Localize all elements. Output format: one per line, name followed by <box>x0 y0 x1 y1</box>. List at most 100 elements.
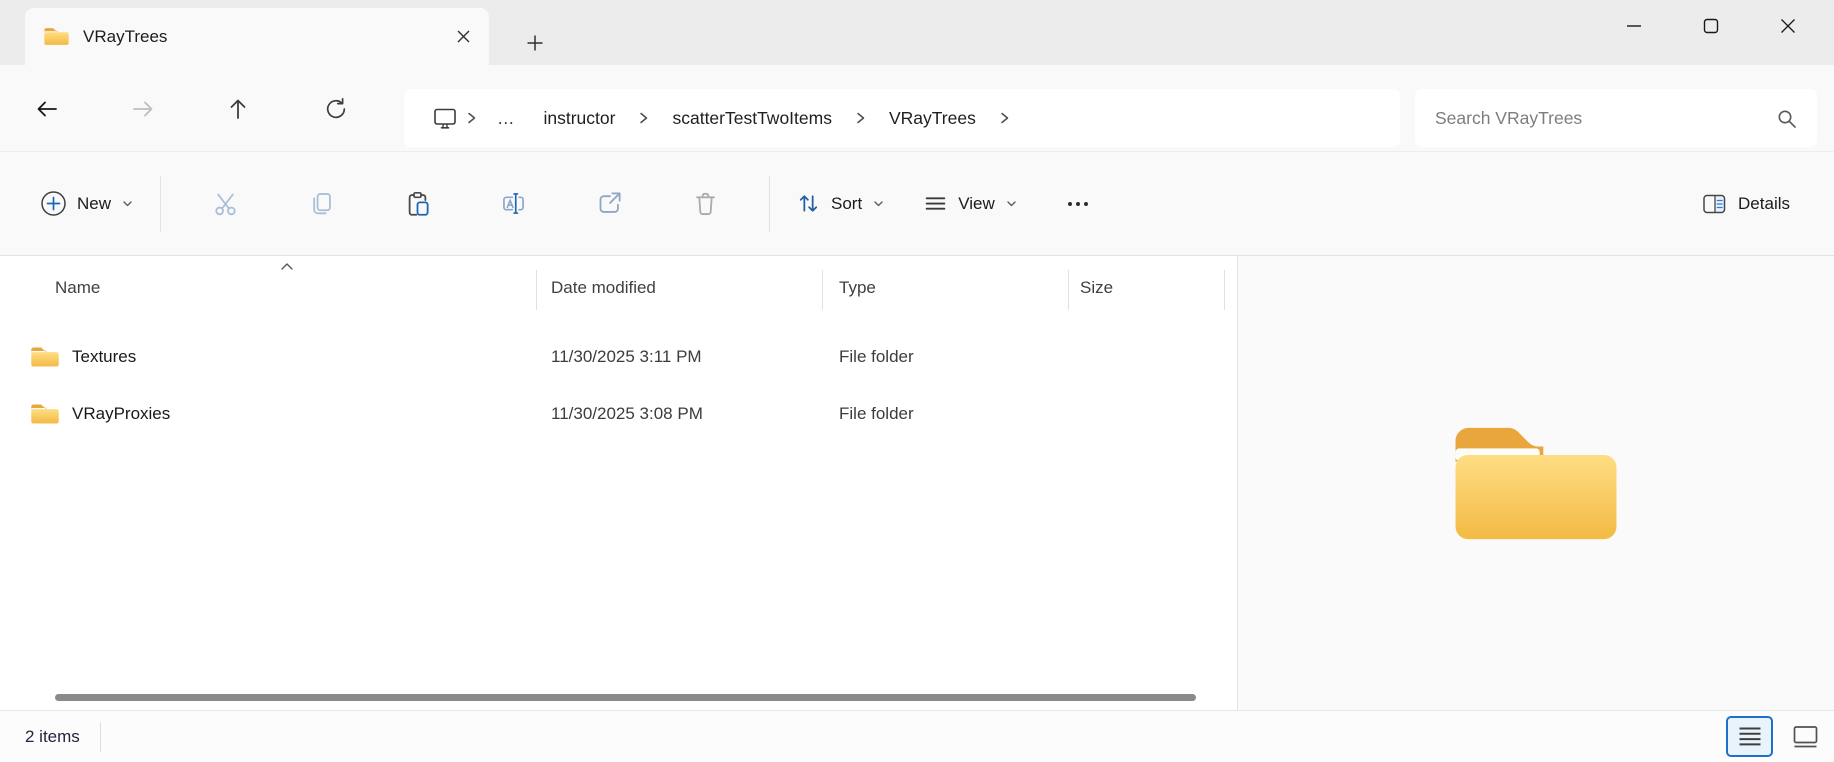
chevron-right-icon[interactable] <box>855 110 866 126</box>
file-date-modified: 11/30/2025 3:11 PM <box>551 347 702 367</box>
new-circle-plus-icon <box>40 190 67 217</box>
column-header-name[interactable]: Name <box>55 278 100 298</box>
toolbar-divider <box>769 176 770 232</box>
plus-icon <box>526 34 544 52</box>
chevron-down-icon <box>121 197 134 210</box>
column-divider[interactable] <box>1068 270 1069 310</box>
more-options-button[interactable] <box>1054 180 1102 228</box>
column-divider[interactable] <box>1224 270 1225 310</box>
forward-button[interactable] <box>122 88 164 130</box>
file-explorer-window: VRayTrees <box>0 0 1834 762</box>
back-button[interactable] <box>26 88 68 130</box>
column-header-type[interactable]: Type <box>839 278 876 298</box>
breadcrumb-item-instructor[interactable]: instructor <box>529 108 631 129</box>
maximize-icon <box>1703 18 1719 34</box>
copy-button[interactable] <box>293 176 349 232</box>
close-window-button[interactable] <box>1757 0 1819 52</box>
explorer-tab[interactable]: VRayTrees <box>25 8 489 65</box>
file-name[interactable]: VRayProxies <box>72 404 170 424</box>
chevron-down-icon <box>1005 197 1018 210</box>
details-view-toggle-button[interactable] <box>1726 716 1773 757</box>
search-icon[interactable] <box>1776 108 1797 129</box>
file-type: File folder <box>839 404 914 424</box>
new-button-label: New <box>77 194 111 214</box>
address-bar[interactable]: … instructor scatterTestTwoItems VRayTre… <box>404 89 1400 147</box>
copy-icon <box>308 190 335 217</box>
trash-icon <box>692 190 719 217</box>
view-button[interactable]: View <box>913 183 1028 224</box>
arrow-left-icon <box>34 96 60 122</box>
table-row-textures[interactable]: Textures 11/30/2025 3:11 PM File folder <box>0 330 1237 387</box>
chevron-right-icon[interactable] <box>638 110 649 126</box>
status-bar: 2 items <box>0 710 1834 762</box>
arrow-right-icon <box>130 96 156 122</box>
large-icons-view-toggle-button[interactable] <box>1786 718 1824 756</box>
command-bar: New <box>0 152 1834 256</box>
up-button[interactable] <box>217 88 259 130</box>
details-pane-button[interactable]: Details <box>1691 184 1800 224</box>
search-box <box>1415 89 1817 147</box>
new-tab-button[interactable] <box>517 25 553 61</box>
this-pc-icon <box>432 106 458 131</box>
share-icon <box>596 190 623 217</box>
view-list-icon <box>923 191 948 216</box>
column-header-size[interactable]: Size <box>1080 278 1113 298</box>
column-divider[interactable] <box>822 270 823 310</box>
sort-button[interactable]: Sort <box>786 183 895 224</box>
folder-icon <box>30 402 60 426</box>
breadcrumb-ellipsis[interactable]: … <box>485 108 529 129</box>
details-view-icon <box>1738 726 1762 747</box>
cut-icon <box>212 190 239 217</box>
minimize-button[interactable] <box>1603 0 1665 52</box>
column-header-row: Name Date modified Type Size <box>0 266 1237 314</box>
folder-icon <box>30 345 60 369</box>
maximize-button[interactable] <box>1680 0 1742 52</box>
column-divider[interactable] <box>536 270 537 310</box>
rename-icon <box>500 190 527 217</box>
delete-button[interactable] <box>677 176 733 232</box>
file-list-pane: Name Date modified Type Size Textures 11… <box>0 256 1237 710</box>
chevron-right-icon[interactable] <box>466 110 477 126</box>
titlebar: VRayTrees <box>0 0 1834 65</box>
tab-close-button[interactable] <box>447 21 479 53</box>
breadcrumb-item-vraytrees[interactable]: VRayTrees <box>874 108 991 129</box>
close-icon <box>1780 18 1796 34</box>
close-icon <box>456 29 471 44</box>
refresh-icon <box>323 96 349 122</box>
preview-pane <box>1237 256 1834 710</box>
toolbar-divider <box>160 176 161 232</box>
file-date-modified: 11/30/2025 3:08 PM <box>551 404 703 424</box>
sort-button-label: Sort <box>831 194 862 214</box>
ellipsis-icon <box>1065 191 1091 217</box>
file-rows: Textures 11/30/2025 3:11 PM File folder … <box>0 330 1237 444</box>
breadcrumb-item-scattertesttwoitems[interactable]: scatterTestTwoItems <box>657 108 847 129</box>
large-icons-view-icon <box>1792 724 1819 749</box>
cut-button[interactable] <box>197 176 253 232</box>
search-input[interactable] <box>1435 108 1776 129</box>
chevron-down-icon <box>872 197 885 210</box>
paste-button[interactable] <box>389 176 445 232</box>
minimize-icon <box>1626 18 1642 34</box>
table-row-vrayproxies[interactable]: VRayProxies 11/30/2025 3:08 PM File fold… <box>0 387 1237 444</box>
items-count: 2 items <box>25 727 80 747</box>
column-header-date-modified[interactable]: Date modified <box>551 278 656 298</box>
share-button[interactable] <box>581 176 637 232</box>
rename-button[interactable] <box>485 176 541 232</box>
statusbar-divider <box>100 722 101 752</box>
refresh-button[interactable] <box>315 88 357 130</box>
file-type: File folder <box>839 347 914 367</box>
sort-ascending-caret-icon <box>280 262 294 271</box>
main-content: Name Date modified Type Size Textures 11… <box>0 256 1834 710</box>
file-name[interactable]: Textures <box>72 347 136 367</box>
paste-icon <box>404 190 431 217</box>
window-controls <box>1603 0 1834 52</box>
tab-title: VRayTrees <box>83 27 447 47</box>
folder-icon <box>43 26 70 47</box>
details-pane-icon <box>1701 192 1728 216</box>
arrow-up-icon <box>225 96 251 122</box>
view-button-label: View <box>958 194 995 214</box>
details-pane-label: Details <box>1738 194 1790 214</box>
chevron-right-icon[interactable] <box>999 110 1010 126</box>
new-button[interactable]: New <box>30 182 144 225</box>
horizontal-scrollbar[interactable] <box>55 694 1196 701</box>
